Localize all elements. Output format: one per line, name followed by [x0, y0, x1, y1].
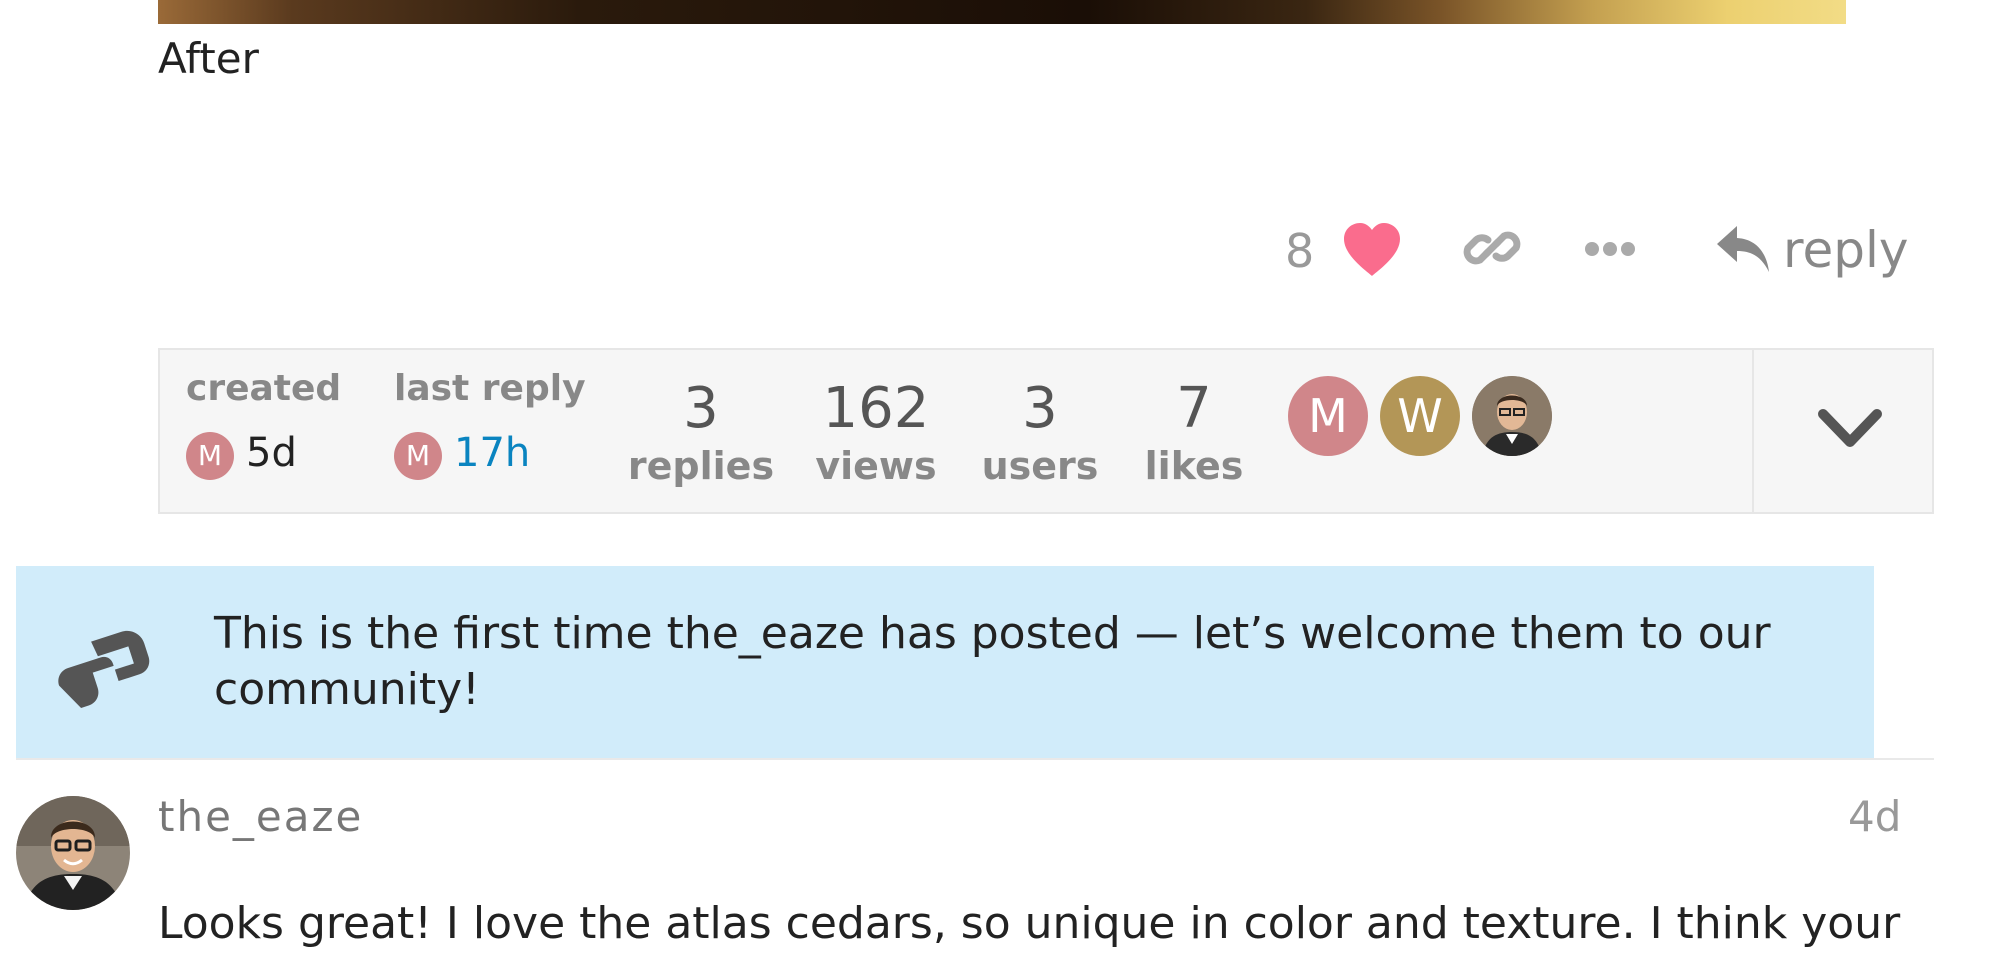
- participant-avatar[interactable]: W: [1380, 376, 1460, 456]
- reply-arrow-icon: [1717, 226, 1769, 272]
- user-avatar[interactable]: [16, 796, 130, 910]
- likes-count: 7: [1176, 376, 1212, 441]
- replies-label: replies: [627, 444, 775, 488]
- participant-avatar[interactable]: M: [1288, 376, 1368, 456]
- participant-avatar-photo[interactable]: [1472, 376, 1552, 456]
- last-reply-avatar[interactable]: M: [394, 432, 442, 480]
- views-count: 162: [822, 376, 930, 441]
- image-caption: After: [158, 34, 259, 83]
- created-value: 5d: [246, 430, 297, 476]
- created-avatar[interactable]: M: [186, 432, 234, 480]
- users-label: users: [981, 444, 1099, 488]
- topic-summary: created M 5d last reply M 17h 3 replies …: [158, 348, 1934, 514]
- first-post-notice: This is the first time the_eaze has post…: [16, 566, 1874, 758]
- post-time[interactable]: 4d: [1848, 792, 1901, 841]
- reply-label: reply: [1783, 221, 1909, 279]
- summary-divider: [1752, 350, 1754, 512]
- heart-icon[interactable]: [1340, 220, 1404, 280]
- post-username[interactable]: the_eaze: [158, 792, 363, 841]
- views-label: views: [815, 444, 937, 488]
- users-count: 3: [1022, 376, 1058, 441]
- likes-label: likes: [1144, 444, 1244, 488]
- link-icon[interactable]: [1462, 218, 1522, 278]
- replies-count: 3: [683, 376, 719, 441]
- post-separator: [16, 758, 1934, 760]
- last-reply-value[interactable]: 17h: [454, 430, 530, 476]
- handshake-icon: [58, 630, 150, 708]
- welcome-message: This is the first time the_eaze has post…: [214, 608, 1771, 715]
- reply-button[interactable]: reply: [1715, 220, 1908, 280]
- like-count: 8: [1285, 224, 1315, 278]
- created-label: created: [186, 368, 342, 409]
- chevron-down-icon[interactable]: [1815, 400, 1885, 460]
- post-body: Looks great! I love the atlas cedars, so…: [158, 898, 1901, 949]
- more-icon[interactable]: [1580, 234, 1640, 264]
- post-image[interactable]: [158, 0, 1846, 24]
- last-reply-label: last reply: [394, 368, 586, 409]
